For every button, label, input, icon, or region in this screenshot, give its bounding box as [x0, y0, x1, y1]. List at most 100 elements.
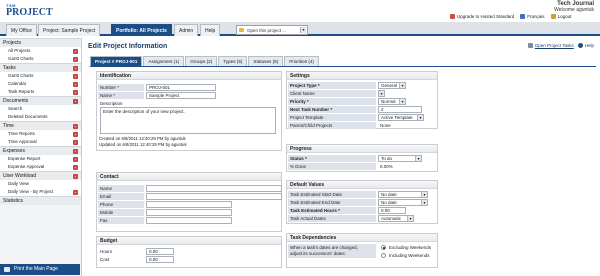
tab-project-number[interactable]: Project # PROJ-001	[90, 56, 143, 66]
plus-icon[interactable]: +	[73, 131, 78, 137]
contact-mobile-label: Mobile	[98, 209, 144, 216]
sidebar-item-label: Deleted Documents	[8, 114, 48, 119]
tab-priorities[interactable]: Priorities (4)	[284, 56, 319, 66]
tab-my-office[interactable]: My Office	[6, 24, 38, 36]
contact-fax-label: Fax	[98, 217, 144, 224]
next-task-number-input[interactable]: 2	[378, 106, 422, 113]
sidebar-section-label: User Workload	[3, 173, 36, 179]
help-link[interactable]: Help	[577, 43, 594, 48]
contact-name-input[interactable]	[146, 185, 282, 192]
sidebar-section-expenses[interactable]: Expenses +	[0, 146, 81, 155]
header-links: Upgrade to Hosted Standard Français Logo…	[450, 14, 571, 19]
folder-icon	[239, 28, 244, 32]
sidebar-item-daily-view[interactable]: Daily View	[0, 180, 81, 188]
est-hours-input[interactable]: 0.00	[378, 207, 406, 214]
sidebar-section-projects[interactable]: Projects	[0, 38, 81, 47]
plus-icon[interactable]: +	[73, 48, 78, 54]
open-project-tasks-link[interactable]: Open Project Tasks	[527, 43, 574, 48]
sidebar-item-daily-view-by-project[interactable]: Daily View - By Project +	[0, 188, 81, 196]
progress-title: Progress	[287, 145, 437, 153]
tab-help[interactable]: Help	[200, 24, 221, 36]
sidebar-item-expense-approval[interactable]: Expense Approval +	[0, 163, 81, 171]
logout-link[interactable]: Logout	[550, 14, 572, 19]
sidebar-section-user-workload[interactable]: User Workload +	[0, 171, 81, 180]
upgrade-link[interactable]: Upgrade to Hosted Standard	[450, 14, 514, 19]
tsm-project-logo[interactable]: TSM PROJECT	[6, 3, 54, 18]
name-input[interactable]: Sample Project	[146, 92, 216, 99]
sidebar-section-label: Time	[3, 123, 14, 129]
plus-icon[interactable]: +	[73, 156, 78, 162]
status-select[interactable]: To do	[378, 155, 422, 162]
plus-icon[interactable]: +	[73, 73, 78, 79]
contact-email-input[interactable]	[146, 193, 282, 200]
sidebar-item-time-approval[interactable]: Time Approval +	[0, 138, 81, 146]
sidebar-item-calendar[interactable]: Calendar +	[0, 80, 81, 88]
plus-icon[interactable]: +	[73, 164, 78, 170]
plus-icon[interactable]: +	[73, 56, 78, 62]
print-main-page-button[interactable]: Print the Main Page	[0, 264, 80, 275]
sidebar-item-task-reports[interactable]: Task Reports +	[0, 88, 81, 96]
tab-assignment[interactable]: Assignment (1)	[143, 56, 185, 66]
contact-phone-label: Phone	[98, 201, 144, 208]
est-end-label: Task Estimated End Date	[288, 199, 376, 206]
chevron-down-icon[interactable]: ▾	[300, 27, 306, 33]
open-project-select[interactable]: Open this project ... ▾	[236, 25, 308, 35]
sidebar-section-statistics[interactable]: Statistics	[0, 196, 81, 205]
contact-phone-input[interactable]	[146, 201, 232, 208]
plus-icon[interactable]: +	[73, 89, 78, 95]
radio-selected-icon	[381, 245, 386, 250]
est-end-select[interactable]: No date	[378, 199, 428, 206]
logout-icon	[550, 14, 556, 19]
sidebar-section-time[interactable]: Time +	[0, 121, 81, 130]
est-start-select[interactable]: No date	[378, 191, 428, 198]
open-project-tasks-label: Open Project Tasks	[534, 43, 574, 48]
actual-dates-select[interactable]: Automatic	[378, 215, 414, 222]
number-input[interactable]: PROJ-001	[146, 84, 216, 91]
contact-mobile-input[interactable]	[146, 209, 232, 216]
default-values-panel: Default Values Task Estimated Start Date…	[286, 180, 438, 224]
sidebar-section-tasks[interactable]: Tasks +	[0, 63, 81, 72]
plus-icon[interactable]: +	[73, 189, 78, 195]
tab-groups[interactable]: Groups (2)	[185, 56, 218, 66]
logout-label: Logout	[557, 14, 572, 19]
language-label: Français	[527, 14, 545, 19]
plus-icon[interactable]: +	[73, 149, 78, 154]
project-type-select[interactable]: General	[378, 82, 406, 89]
sidebar-item-expense-report[interactable]: Expense Report +	[0, 155, 81, 163]
tab-types[interactable]: Types (5)	[218, 56, 248, 66]
cost-input[interactable]: 0.00	[146, 256, 174, 263]
plus-icon[interactable]: +	[73, 124, 78, 129]
number-label: Number *	[98, 84, 144, 91]
priority-select[interactable]: Normal	[378, 98, 406, 105]
language-link[interactable]: Français	[520, 14, 545, 19]
including-weekends-radio[interactable]: Including Weekends	[381, 253, 429, 258]
excluding-weekends-radio[interactable]: Excluding Weekends	[381, 245, 431, 250]
plus-icon[interactable]: +	[73, 174, 78, 179]
tab-project[interactable]: Project: Sample Project	[38, 24, 101, 36]
budget-title: Budget	[97, 237, 281, 245]
tab-statuses[interactable]: Statuses (5)	[248, 56, 284, 66]
plus-icon[interactable]: +	[73, 139, 78, 145]
open-project-placeholder: Open this project ...	[247, 27, 287, 33]
sidebar-section-label: Tasks	[3, 65, 16, 71]
sidebar-item-gantt-charts[interactable]: Gantt Charts +	[0, 55, 81, 63]
contact-fax-input[interactable]	[146, 217, 232, 224]
sidebar-item-search[interactable]: Search	[0, 105, 81, 113]
hours-input[interactable]: 0.00	[146, 248, 174, 255]
sidebar-section-documents[interactable]: Documents +	[0, 96, 81, 105]
sidebar-item-deleted-documents[interactable]: Deleted Documents	[0, 113, 81, 121]
sidebar-item-all-projects[interactable]: All Projects +	[0, 47, 81, 55]
sidebar-item-time-reports[interactable]: Time Reports +	[0, 130, 81, 138]
tab-portfolio[interactable]: Portfolio: All Projects	[111, 24, 172, 36]
plus-icon[interactable]: +	[73, 99, 78, 104]
project-template-select[interactable]: Active Template	[378, 114, 424, 121]
client-name-dropdown[interactable]: ▾	[378, 90, 385, 97]
description-textarea[interactable]: Enter the description of your new projec…	[100, 107, 276, 134]
plus-icon[interactable]: +	[73, 81, 78, 87]
print-label: Print the Main Page	[14, 266, 58, 272]
tab-admin[interactable]: Admin	[174, 24, 199, 36]
sidebar-item-task-gantt[interactable]: Gantt Charts +	[0, 72, 81, 80]
tasks-icon	[527, 43, 533, 48]
sidebar-item-label: Gantt Charts	[8, 56, 34, 61]
plus-icon[interactable]: +	[73, 66, 78, 71]
